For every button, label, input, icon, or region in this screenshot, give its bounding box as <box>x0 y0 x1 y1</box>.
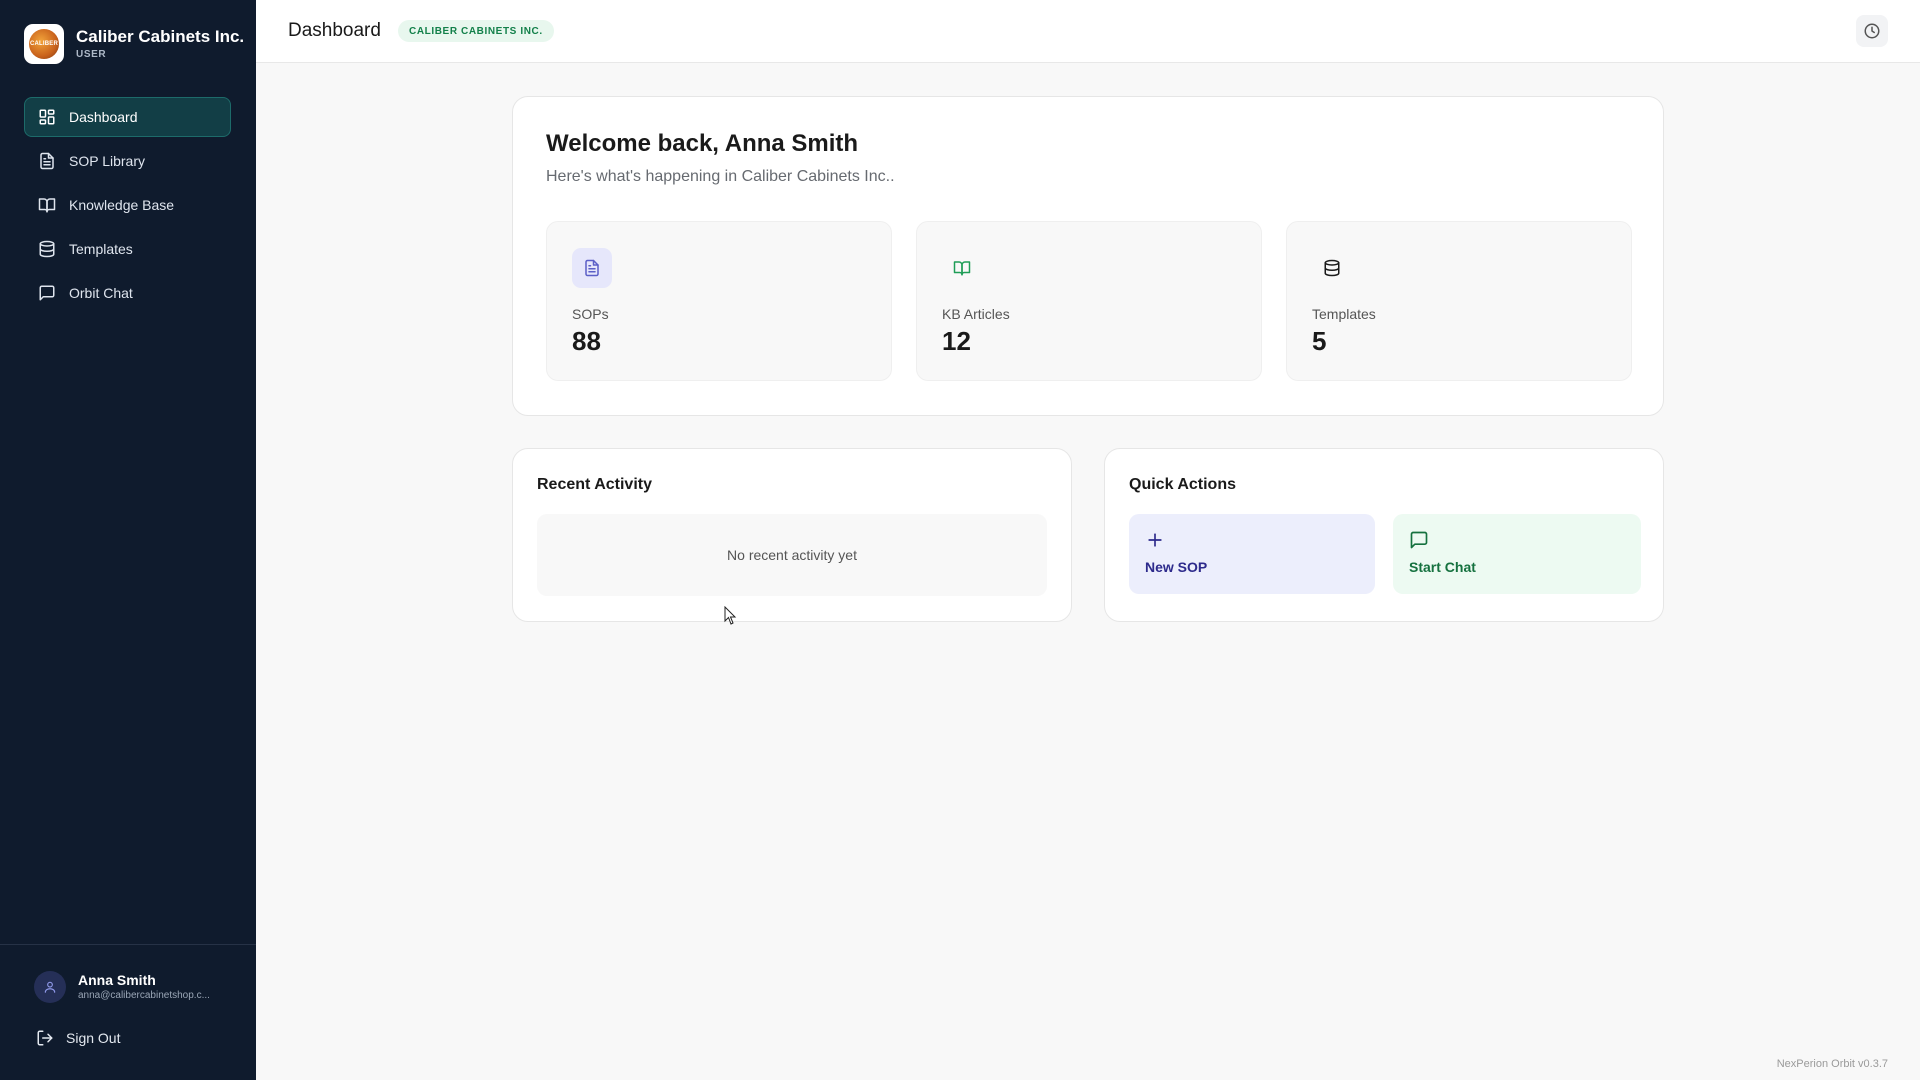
stat-card-sops[interactable]: SOPs 88 <box>546 221 892 381</box>
stat-value: 88 <box>572 326 601 356</box>
sidebar-item-label: Orbit Chat <box>69 285 133 301</box>
recent-activity-empty: No recent activity yet <box>537 514 1047 596</box>
chat-icon <box>1410 531 1428 549</box>
start-chat-label: Start Chat <box>1409 559 1476 575</box>
book-icon <box>953 261 971 276</box>
sidebar-item-label: SOP Library <box>69 153 145 169</box>
welcome-card: Welcome back, Anna Smith Here's what's h… <box>512 96 1664 416</box>
database-icon <box>1324 259 1340 277</box>
version-label: NexPerion Orbit v0.3.7 <box>1776 1058 1888 1070</box>
stat-icon-box <box>572 248 612 288</box>
stat-label: Templates <box>1312 306 1376 322</box>
user-icon <box>44 981 56 993</box>
user-role-label: USER <box>76 49 107 60</box>
sidebar-item-orbit-chat[interactable]: Orbit Chat <box>24 273 231 313</box>
user-profile[interactable]: Anna Smith anna@calibercabinetshop.c... <box>34 971 210 1003</box>
welcome-subtitle: Here's what's happening in Caliber Cabin… <box>546 168 895 185</box>
sidebar-item-label: Knowledge Base <box>69 197 175 213</box>
stat-card-templates[interactable]: Templates 5 <box>1286 221 1632 381</box>
sign-out-button[interactable]: Sign Out <box>36 1029 120 1047</box>
sidebar-item-label: Dashboard <box>69 109 138 125</box>
document-icon <box>40 152 54 170</box>
quick-actions-card: Quick Actions New SOP Start Chat <box>1104 448 1664 622</box>
mouse-cursor-icon <box>724 606 737 625</box>
brand-name: Caliber Cabinets Inc. <box>76 27 245 46</box>
user-email: anna@calibercabinetshop.c... <box>78 990 210 1001</box>
brand-logo: CALIBER <box>24 24 64 64</box>
brand[interactable]: CALIBER Caliber Cabinets Inc. USER <box>24 24 244 64</box>
recent-activity-card: Recent Activity No recent activity yet <box>512 448 1072 622</box>
stat-card-kb-articles[interactable]: KB Articles 12 <box>916 221 1262 381</box>
user-name: Anna Smith <box>78 972 156 988</box>
org-badge: CALIBER CABINETS INC. <box>398 20 554 42</box>
sidebar: CALIBER Caliber Cabinets Inc. USER Dashb… <box>0 0 256 1080</box>
sign-out-label: Sign Out <box>66 1030 121 1046</box>
dashboard-grid-icon <box>39 109 55 125</box>
sidebar-item-dashboard[interactable]: Dashboard <box>24 97 231 137</box>
stat-value: 5 <box>1312 326 1327 356</box>
sidebar-item-sop-library[interactable]: SOP Library <box>24 141 231 181</box>
quick-actions-title: Quick Actions <box>1129 476 1236 493</box>
sidebar-footer: Anna Smith anna@calibercabinetshop.c... … <box>0 944 256 1080</box>
document-icon <box>585 259 599 277</box>
stat-label: SOPs <box>572 306 609 322</box>
chat-icon <box>39 285 55 301</box>
logout-icon <box>37 1030 53 1046</box>
start-chat-button[interactable]: Start Chat <box>1393 514 1641 594</box>
brand-logo-mark: CALIBER <box>29 29 59 59</box>
plus-icon <box>1148 533 1162 547</box>
stat-value: 12 <box>942 326 971 356</box>
history-button[interactable] <box>1856 15 1888 47</box>
new-sop-label: New SOP <box>1145 559 1208 575</box>
recent-activity-title: Recent Activity <box>537 476 652 493</box>
sidebar-nav: Dashboard SOP Library Knowledge Base Tem… <box>24 97 231 317</box>
sidebar-item-label: Templates <box>69 241 133 257</box>
welcome-title: Welcome back, Anna Smith <box>546 130 859 157</box>
clock-icon <box>1864 23 1880 39</box>
database-icon <box>39 240 55 258</box>
page-title: Dashboard <box>288 20 381 41</box>
avatar <box>34 971 66 1003</box>
stat-icon-box <box>1312 248 1352 288</box>
stat-icon-box <box>942 248 982 288</box>
sidebar-item-knowledge-base[interactable]: Knowledge Base <box>24 185 231 225</box>
new-sop-button[interactable]: New SOP <box>1129 514 1375 594</box>
stat-label: KB Articles <box>942 306 1010 322</box>
sidebar-item-templates[interactable]: Templates <box>24 229 231 269</box>
top-header: Dashboard CALIBER CABINETS INC. <box>256 0 1920 63</box>
book-icon <box>38 198 56 213</box>
